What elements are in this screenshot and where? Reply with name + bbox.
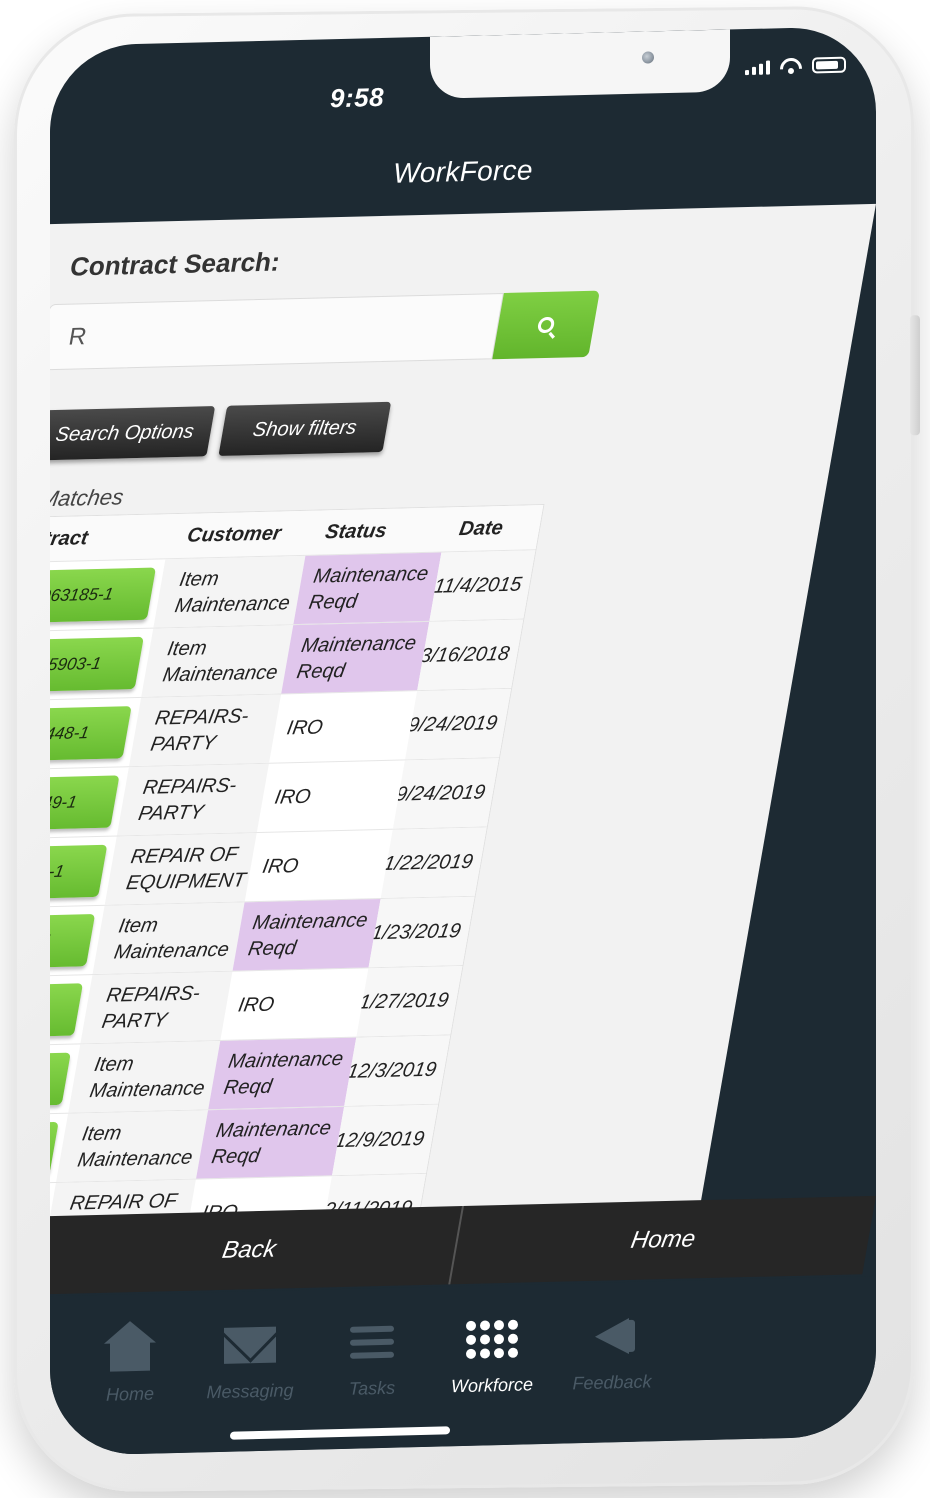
tab-label: Feedback [572,1371,652,1394]
status-cell: Maintenance Reqd [232,899,381,971]
signal-icon [745,60,770,76]
status-cell: Maintenance Reqd [281,621,430,694]
tab-label: Workforce [450,1374,533,1397]
tab-label: Home [105,1383,154,1405]
date-cell: 9/24/2019 [392,758,499,829]
contract-button[interactable]: r971281-1 [50,1052,71,1109]
status-time: 9:58 [330,81,385,114]
status-cell: Maintenance Reqd [293,552,442,625]
date-cell: 3/16/2018 [417,619,524,691]
home-button[interactable]: Home [450,1196,876,1284]
customer-cell: REPAIRS-PARTY [116,763,269,836]
date-cell: 12/3/2019 [344,1035,451,1106]
customer-cell: Item Maintenance [153,555,306,628]
tab-label: Tasks [348,1377,396,1399]
customer-cell: REPAIRS-PARTY [129,694,282,767]
search-icon [536,316,556,334]
column-header-customer[interactable]: Customer [167,521,311,548]
results-table: Contract Customer Status Date r963185-1 … [50,504,545,1257]
tab-label: Messaging [206,1380,294,1403]
table-row[interactable]: r971166-1 REPAIR OF EQUIPMENT IRO 11/22/… [50,826,487,909]
status-cell: IRO [272,785,313,809]
contract-button[interactable]: r963185-1 [50,567,156,624]
status-cell: Maintenance Reqd [208,1037,357,1110]
match-count: 91 Matches [50,484,126,512]
megaphone-icon [595,1317,629,1355]
table-row[interactable]: r970449-1 REPAIRS-PARTY IRO 9/24/2019 [50,757,500,840]
status-cell: IRO [236,993,276,1017]
date-cell: 11/22/2019 [380,827,487,899]
contract-button[interactable]: r971181-1 [50,913,96,970]
mail-icon [224,1326,276,1364]
status-cell: IRO [260,854,301,878]
search-button[interactable] [492,290,600,360]
search-options-button[interactable]: Search Options [50,406,216,461]
table-row[interactable]: r965903-1 Item Maintenance Maintenance R… [50,618,524,702]
battery-icon [812,56,846,74]
column-header-date[interactable]: Date [443,516,541,541]
table-row[interactable]: r970448-1 REPAIRS-PARTY IRO 9/24/2019 [50,687,512,771]
table-row[interactable]: r971334-1 Item Maintenance Maintenance R… [50,1103,439,1187]
show-filters-button[interactable]: Show filters [218,401,392,456]
contract-button[interactable]: r970448-1 [50,706,132,763]
status-cell: IRO [285,716,325,740]
date-cell: 9/24/2019 [405,688,512,760]
page-title: Contract Search: [67,246,283,282]
app-title: WorkForce [393,154,533,189]
customer-cell: REPAIRS-PARTY [80,971,233,1044]
list-icon [350,1325,394,1359]
customer-cell: REPAIR OF EQUIPMENT [104,833,257,905]
date-cell: 11/27/2019 [356,966,463,1037]
tab-bar: Home Messaging Tasks Workforce Feedback [50,1275,876,1457]
tab-tasks[interactable]: Tasks [312,1315,432,1401]
column-header-status[interactable]: Status [307,518,447,544]
date-cell: 11/4/2015 [429,550,536,621]
phone-frame: 9:58 WorkForce Contract Search: R Search… [14,5,920,1493]
side-button [910,315,920,436]
main-content: Contract Search: R Search Options Show f… [50,203,876,1257]
tab-feedback[interactable]: Feedback [552,1309,672,1395]
wifi-icon [780,58,802,75]
contract-button[interactable]: r970449-1 [50,775,120,832]
status-icons [745,56,846,76]
status-cell: Maintenance Reqd [196,1106,345,1179]
contract-button[interactable]: r971219-1 [50,983,83,1040]
search-input[interactable]: R [50,293,504,371]
tab-home[interactable]: Home [70,1321,190,1407]
customer-cell: Item Maintenance [92,902,245,975]
notch [430,29,730,99]
home-indicator[interactable] [230,1426,450,1440]
contract-button[interactable]: r965903-1 [50,636,144,693]
customer-cell: Item Maintenance [141,625,294,697]
home-icon [110,1340,150,1372]
table-row[interactable]: r963185-1 Item Maintenance Maintenance R… [50,549,536,632]
date-cell: 11/23/2019 [368,896,475,968]
tab-workforce[interactable]: Workforce [432,1312,552,1398]
column-header-contract[interactable]: Contract [50,525,171,552]
tab-messaging[interactable]: Messaging [190,1318,310,1404]
customer-cell: Item Maintenance [56,1110,209,1182]
back-button[interactable]: Back [50,1206,462,1294]
contract-button[interactable]: r971166-1 [50,844,108,901]
phone-screen: 9:58 WorkForce Contract Search: R Search… [50,25,876,1457]
date-cell: 12/9/2019 [332,1104,439,1176]
grid-icon [466,1319,518,1359]
table-row[interactable]: r971281-1 Item Maintenance Maintenance R… [50,1034,451,1117]
customer-cell: Item Maintenance [68,1040,221,1113]
table-row[interactable]: r971219-1 REPAIRS-PARTY IRO 11/27/2019 [50,965,463,1048]
table-row[interactable]: r971181-1 Item Maintenance Maintenance R… [50,895,475,979]
